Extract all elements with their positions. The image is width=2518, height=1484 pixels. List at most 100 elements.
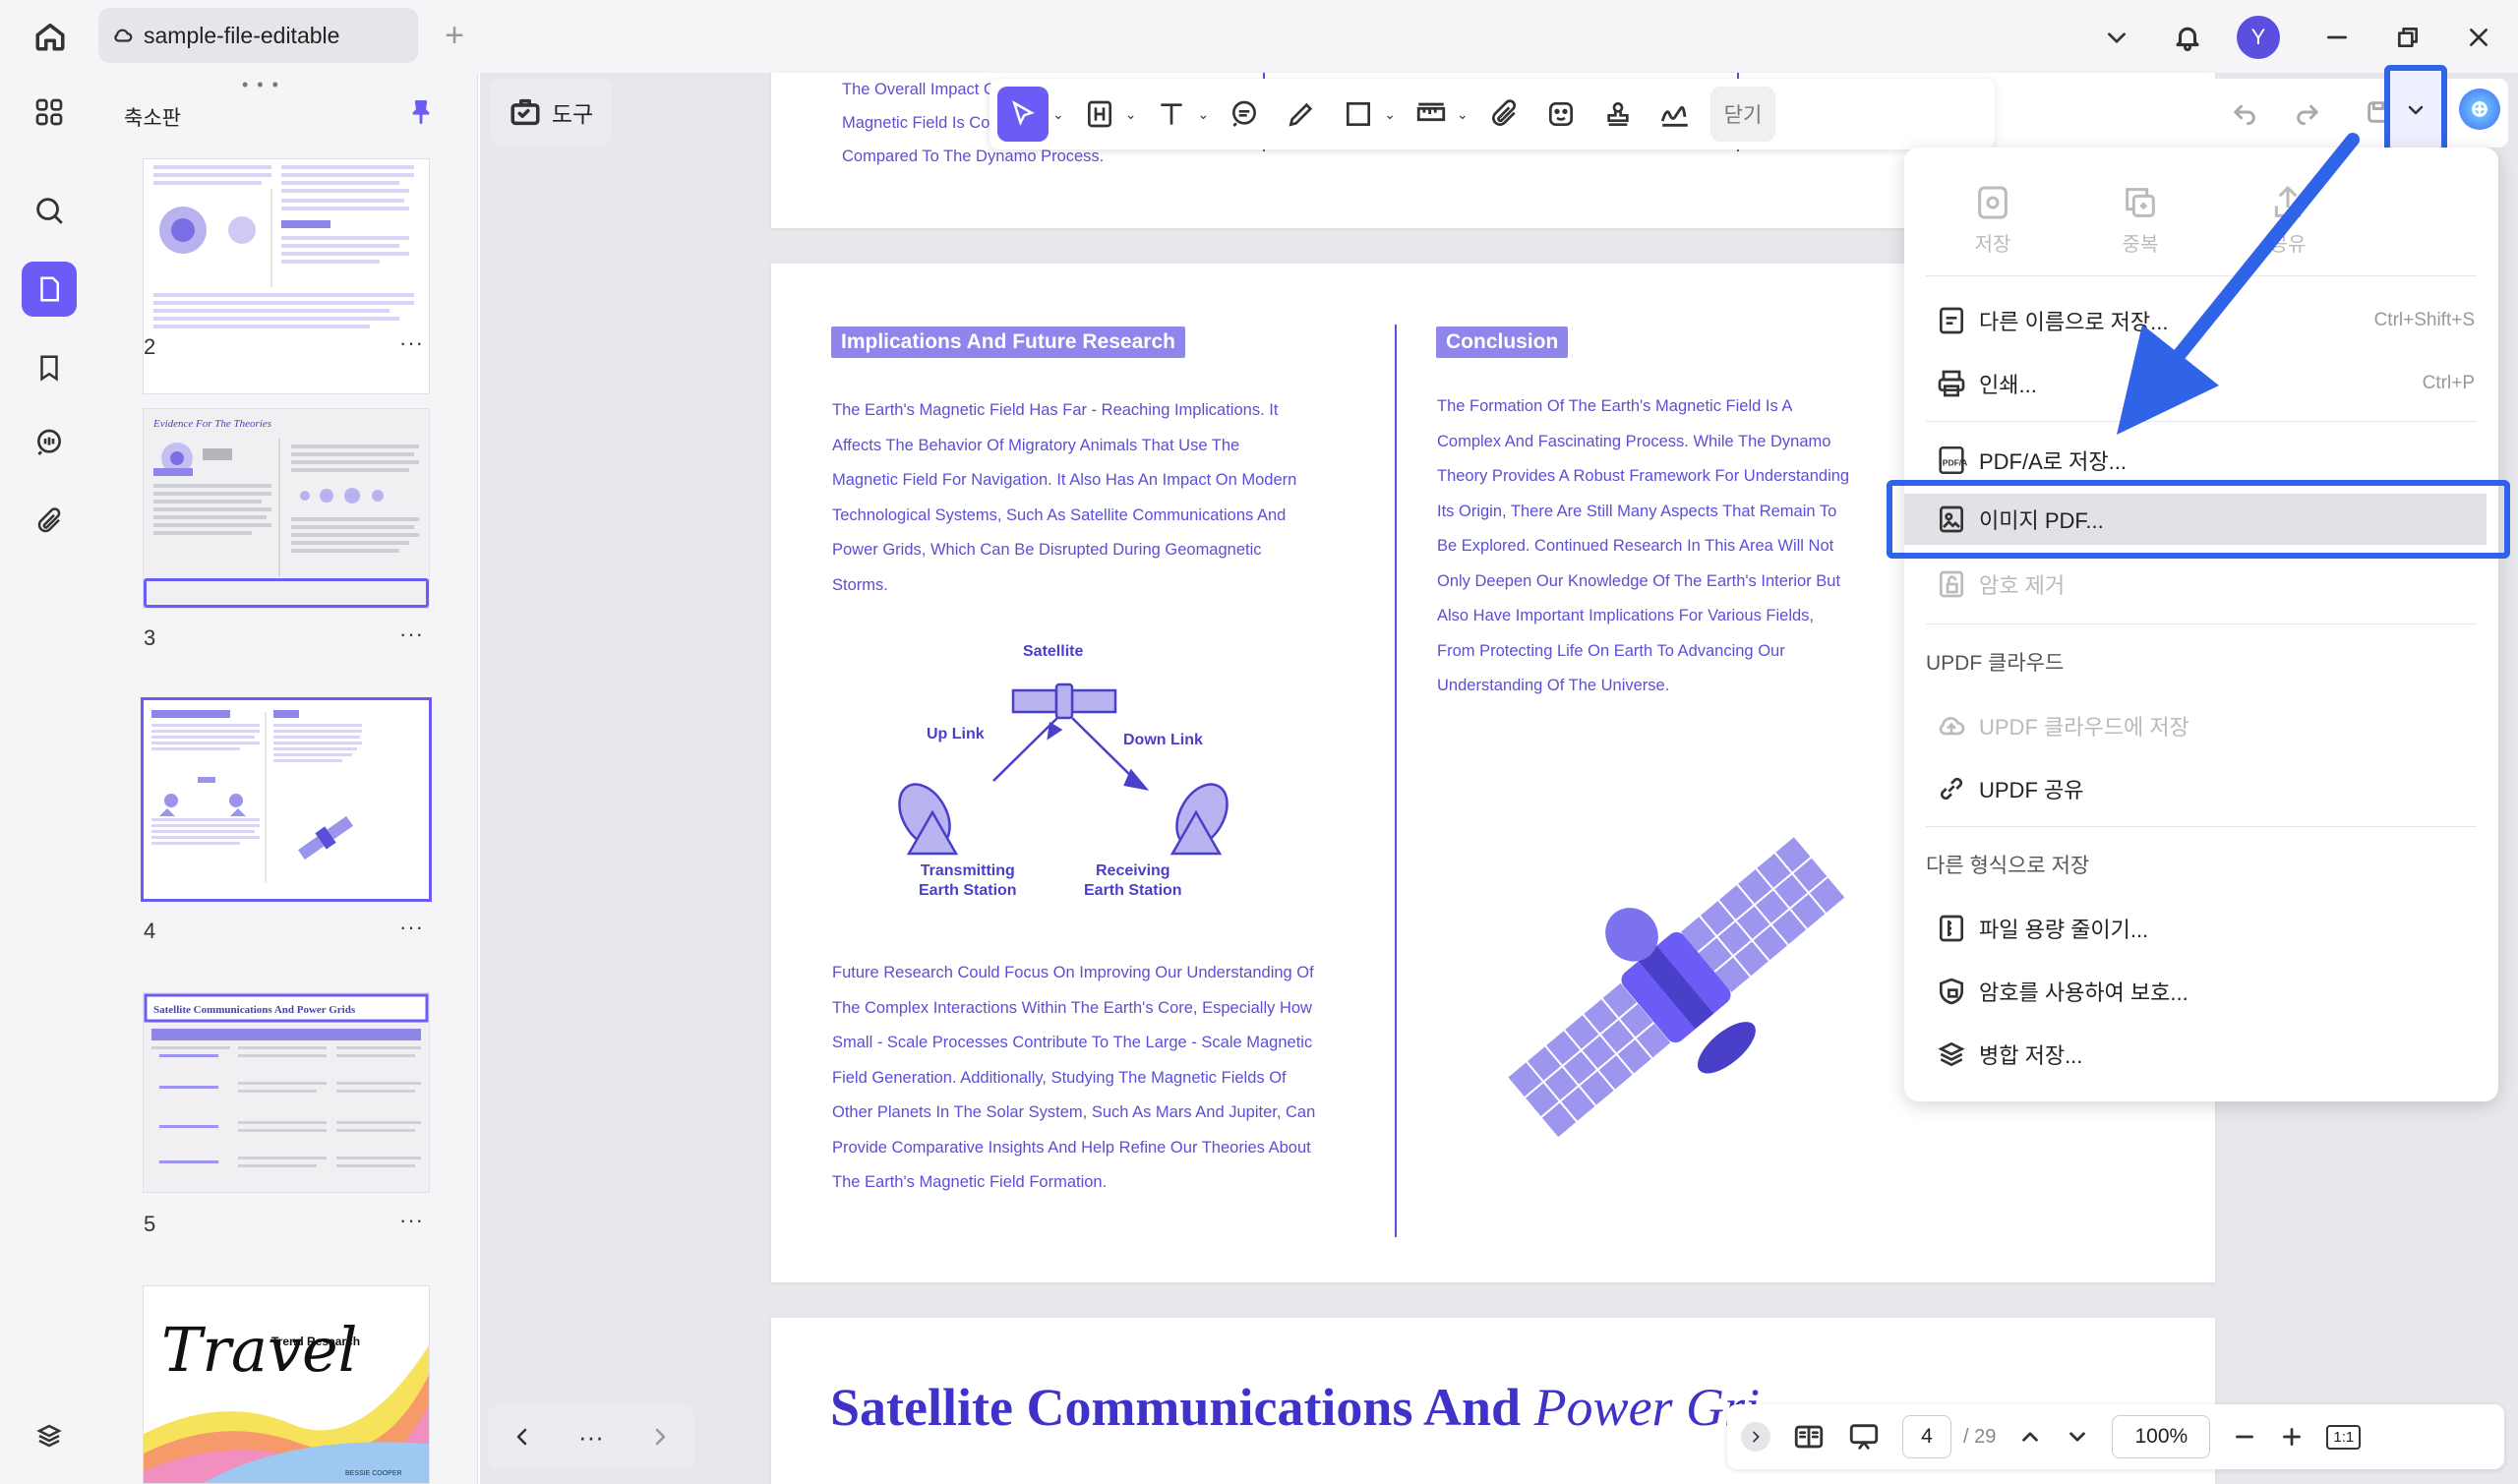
thumbnail-more-icon[interactable]: ··· [399, 622, 424, 647]
attachment-icon[interactable] [22, 494, 77, 549]
menu-item-share-updf[interactable]: UPDF 공유 [1924, 759, 2475, 818]
save-options-dropdown-button[interactable] [2384, 65, 2447, 155]
panel-drag-handle[interactable]: • • • [242, 75, 280, 95]
bookmark-icon[interactable] [22, 340, 77, 395]
paragraph-line: Its Origin, There Are Still Many Aspects… [1437, 502, 1837, 520]
undo-icon[interactable] [2225, 92, 2264, 132]
chevron-down-icon [2408, 105, 2424, 115]
thumbnail-number: 5 [144, 1212, 156, 1236]
thumbnail-page-4-preview [151, 710, 362, 882]
new-tab-plus-icon[interactable]: + [437, 17, 472, 54]
paragraph-line: Complex And Fascinating Process. While T… [1437, 432, 1831, 450]
notification-bell-icon[interactable] [2166, 16, 2209, 59]
thumbnail-more-icon[interactable]: ··· [399, 330, 424, 356]
chevron-down-icon[interactable]: ⌄ [1457, 106, 1469, 123]
print-icon [1938, 370, 1965, 397]
select-cursor-icon[interactable] [997, 87, 1049, 142]
menu-section-other: 다른 형식으로 저장 [1926, 855, 2090, 877]
signature-tool-icon[interactable] [1653, 87, 1697, 142]
presentation-icon[interactable] [1847, 1420, 1881, 1454]
thumbnail-more-icon[interactable]: ··· [399, 1208, 424, 1233]
minimize-icon[interactable] [2317, 18, 2357, 57]
menu-item-protect-password[interactable]: 암호를 사용하여 보호... [1924, 962, 2475, 1021]
compress-icon [1940, 915, 1963, 942]
zoom-in-icon[interactable] [2279, 1424, 2305, 1450]
chevron-down-icon[interactable]: ⌄ [1052, 106, 1064, 123]
close-window-icon[interactable] [2459, 18, 2498, 57]
search-icon[interactable] [22, 183, 77, 238]
zoom-out-icon[interactable] [2232, 1424, 2257, 1450]
comment-tool-icon[interactable] [1223, 87, 1266, 142]
pencil-tool-icon[interactable] [1280, 87, 1323, 142]
paragraph-line: Only Deepen Our Knowledge Of The Earth's… [1437, 571, 1841, 590]
paragraph-line: Future Research Could Focus On Improving… [832, 964, 1314, 981]
menu-item-flatten-save[interactable]: 병합 저장... [1924, 1025, 2475, 1084]
sticker-tool-icon[interactable] [1539, 87, 1583, 142]
thumbnail-number: 3 [144, 625, 156, 650]
more-options-icon[interactable]: ··· [578, 1422, 604, 1453]
thumbnail-page-6-preview: Travel Trend Research BESSIE COOPER [144, 1314, 429, 1483]
diagram-label-rx: Receiving Earth Station [1084, 862, 1182, 899]
tools-button[interactable]: 도구 [490, 79, 612, 146]
next-page-icon[interactable] [648, 1425, 672, 1449]
chevron-down-icon[interactable]: ⌄ [1197, 106, 1209, 123]
home-icon[interactable] [28, 14, 73, 59]
menu-item-remove-password[interactable]: 암호 제거 [1924, 555, 2475, 614]
text-tool-icon[interactable] [1150, 87, 1193, 142]
chevron-down-icon[interactable]: ⌄ [1125, 106, 1137, 123]
page-layout-icon[interactable] [1792, 1420, 1826, 1454]
thumbnail-page-4[interactable] [144, 700, 429, 899]
actual-size-button[interactable]: 1:1 [2326, 1424, 2362, 1450]
thumbnail-more-icon[interactable]: ··· [399, 915, 424, 940]
chevron-down-icon[interactable] [2097, 18, 2136, 57]
close-toolbar-button[interactable]: 닫기 [1709, 87, 1776, 142]
satellite-illustration [1489, 820, 1863, 1155]
attach-tool-icon[interactable] [1482, 87, 1526, 142]
apps-grid-icon[interactable] [22, 85, 77, 140]
redo-icon[interactable] [2288, 92, 2327, 132]
user-avatar[interactable]: Y [2237, 16, 2280, 59]
menu-item-compress[interactable]: 파일 용량 줄이기... [1924, 899, 2475, 958]
paragraph-line: Other Planets In The Solar System, Such … [832, 1103, 1316, 1121]
highlight-tool-icon[interactable] [1078, 87, 1121, 142]
restore-window-icon[interactable] [2388, 18, 2428, 57]
svg-text:PDF/A: PDF/A [1943, 458, 1968, 468]
thumbnail-page-5[interactable]: Satellite Communications And Power Grids [144, 993, 429, 1192]
thumbnail-page-2[interactable] [144, 159, 429, 393]
thumbnails-page-icon[interactable] [22, 262, 77, 317]
measure-tool-icon[interactable] [1409, 87, 1453, 142]
zoom-level-field[interactable]: 100% [2112, 1415, 2211, 1458]
menu-item-save-to-cloud[interactable]: UPDF 클라우드에 저장 [1924, 696, 2475, 755]
page-up-icon[interactable] [2017, 1424, 2043, 1450]
menu-item-image-pdf[interactable]: 이미지 PDF... [1924, 490, 2475, 549]
thumbnail-page-6[interactable]: Travel Trend Research BESSIE COOPER [144, 1286, 429, 1483]
bottom-view-toolbar: 4 / 29 100% 1:1 [1727, 1404, 2504, 1469]
stamp-tool-icon[interactable] [1596, 87, 1640, 142]
document-tab[interactable]: sample-file-editable [98, 8, 418, 63]
page-number-input[interactable]: 4 [1902, 1415, 1951, 1458]
image-pdf-icon [1940, 505, 1963, 533]
menu-divider [1926, 826, 2477, 827]
future-research-paragraph: Future Research Could Focus On Improving… [832, 956, 1353, 1201]
menu-save-button[interactable]: 저장 [1944, 183, 2042, 257]
paragraph-line: Affects The Behavior Of Migratory Animal… [832, 436, 1240, 454]
expand-icon[interactable] [1741, 1422, 1770, 1452]
ai-assistant-icon[interactable] [2459, 89, 2500, 130]
page-down-icon[interactable] [2065, 1424, 2090, 1450]
previous-page-icon[interactable] [510, 1425, 534, 1449]
chevron-down-icon[interactable]: ⌄ [1384, 106, 1396, 123]
rectangle-tool-icon[interactable] [1337, 87, 1380, 142]
paragraph-line: Field Generation. Additionally, Studying… [832, 1068, 1287, 1087]
document-tab-title: sample-file-editable [144, 22, 340, 48]
diagram-label-downlink: Down Link [1123, 732, 1203, 748]
panel-title: 축소판 [124, 107, 181, 130]
page-nav-control: ··· [488, 1404, 694, 1469]
pin-icon[interactable] [403, 94, 439, 130]
comment-list-icon[interactable] [22, 415, 77, 470]
layers-icon[interactable] [22, 1408, 77, 1463]
diagram-label-uplink: Up Link [927, 726, 985, 742]
diagram-label-tx: Transmitting Earth Station [919, 862, 1017, 899]
toolbox-icon [509, 95, 542, 129]
column-divider [1395, 325, 1397, 1237]
paragraph-line: The Formation Of The Earth's Magnetic Fi… [1437, 397, 1793, 415]
